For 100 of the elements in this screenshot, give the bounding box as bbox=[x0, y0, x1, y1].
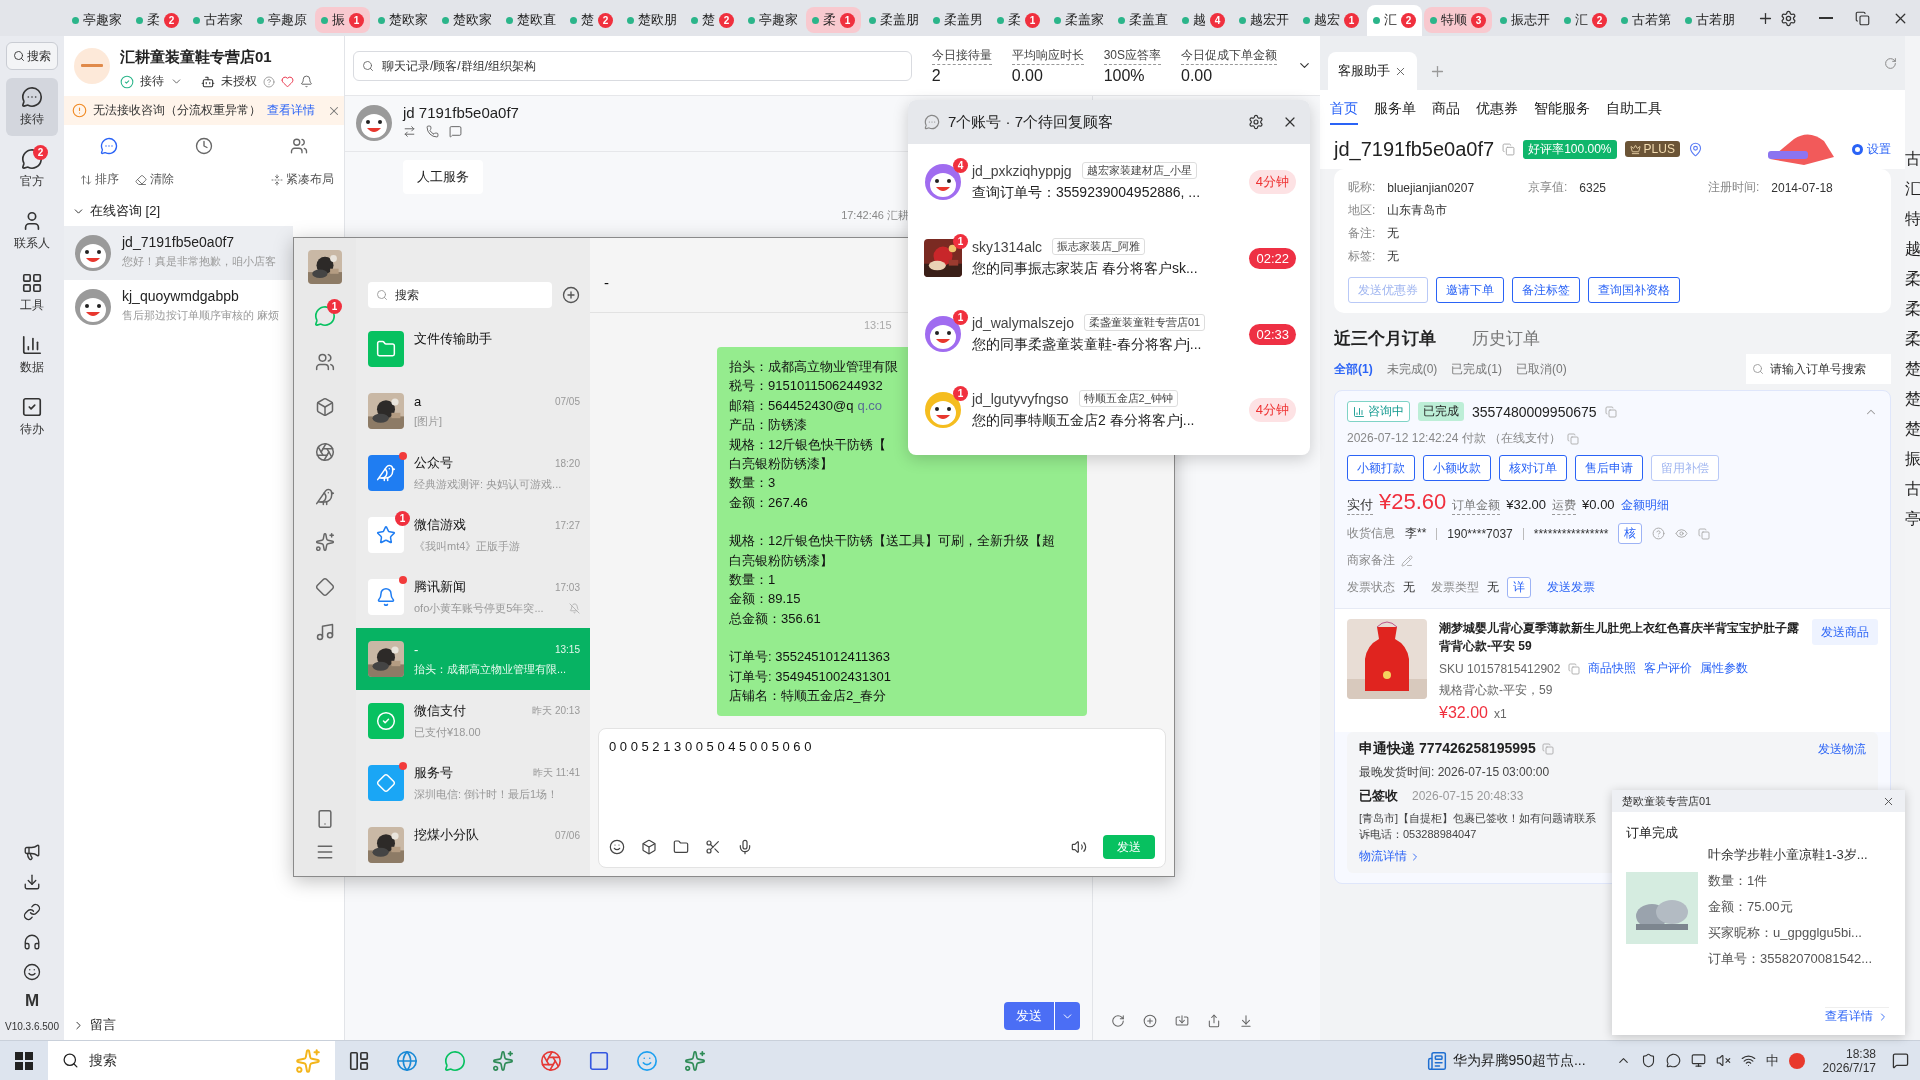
chat-preview: 抬头：成都高立物业管理有限... bbox=[414, 661, 567, 677]
count-badge: 2 bbox=[33, 145, 48, 160]
count-badge: 1 bbox=[349, 12, 364, 28]
field-label: 备注: bbox=[1348, 225, 1376, 242]
message-preview: 您好！真是非常抱歉，咱小店客 bbox=[122, 254, 276, 269]
wait-time: 02:22 bbox=[1249, 247, 1296, 269]
product-title: 潮梦城婴儿背心夏季薄款新生儿肚兜上衣红色喜庆半背宝宝护肚子露背背心款-平安 59 bbox=[1439, 620, 1800, 655]
store-tag: 柔盏童装童鞋专营店01 bbox=[1083, 314, 1206, 331]
chat-name: 腾讯新闻 bbox=[414, 578, 466, 596]
field-label: 地区: bbox=[1348, 202, 1376, 219]
receiver-address: **************** bbox=[1533, 526, 1609, 541]
chat-preview: 《我叫mt4》正版手游 bbox=[414, 539, 521, 554]
customer-name: jd_pxkziqhyppjg bbox=[972, 162, 1072, 179]
clock-time: 18:38 bbox=[1845, 1046, 1876, 1061]
message-line: 产品：防锈漆 bbox=[729, 416, 807, 435]
customer-id: jd_7191fb5e0a0f7 bbox=[1334, 137, 1495, 161]
rating-badge: 好评率100.00% bbox=[1523, 139, 1617, 159]
toast-detail: 订单号：35582070081542... bbox=[1708, 950, 1873, 968]
field-value: 2014-07-18 bbox=[1771, 180, 1833, 195]
chat-time: 17:27 bbox=[554, 519, 580, 531]
chat-time: 07/06 bbox=[554, 829, 580, 841]
message-preview: 您的同事振志家装店 春分将客户sk... bbox=[972, 260, 1198, 278]
field-value: 山东青岛市 bbox=[1387, 202, 1448, 219]
receiver-phone: 190****7037 bbox=[1447, 526, 1513, 541]
signed-label: 已签收 bbox=[1359, 787, 1398, 805]
count-badge: 1 bbox=[840, 12, 855, 28]
message-line: 金额：89.15 bbox=[729, 590, 801, 609]
customer-name: kj_quoywmdgabpb bbox=[122, 288, 240, 304]
store-tag: 特顺五金店2_钟钟 bbox=[1078, 390, 1178, 407]
count-badge: 1 bbox=[1025, 13, 1040, 28]
count-badge: 1 bbox=[953, 310, 968, 325]
count-badge: 1 bbox=[1344, 13, 1359, 28]
count-badge: 1 bbox=[953, 234, 968, 249]
customer-name: jd_7191fb5e0a0f7 bbox=[122, 234, 236, 250]
customer-name: sky1314alc bbox=[972, 238, 1043, 255]
message-line: 订单号: 3552451012411363 bbox=[729, 648, 890, 667]
chat-name: - bbox=[414, 641, 419, 657]
chat-name: a bbox=[414, 393, 422, 409]
plus-badge: PLUS bbox=[1624, 141, 1680, 157]
count-badge: 2 bbox=[1592, 13, 1607, 28]
message-preview: 您的同事柔盏童装童鞋-春分将客户j... bbox=[972, 336, 1203, 354]
taskbar-search-text: 搜索 bbox=[89, 1051, 117, 1070]
invoice-type-label: 发票类型 bbox=[1431, 579, 1479, 596]
chat-time: 18:20 bbox=[554, 457, 580, 469]
message-line: 总金额：356.61 bbox=[729, 609, 821, 628]
store-name: 汇耕童装童鞋专营店01 bbox=[120, 48, 273, 67]
message-line: 规格：12斤银色快干防锈【送工具】可刷，全新升级【超 bbox=[729, 532, 1056, 551]
message-line: 邮箱：564452430@q q.co bbox=[729, 396, 883, 415]
invoice-status: 无 bbox=[1403, 579, 1415, 596]
stat-label: 平均响应时长 bbox=[1011, 46, 1084, 65]
chat-time: 17:03 bbox=[554, 581, 580, 593]
field-value: 无 bbox=[1387, 248, 1400, 265]
toast-detail: 数量：1件 bbox=[1708, 872, 1768, 890]
field-value: bluejianjian0207 bbox=[1387, 180, 1475, 195]
stat-value: 0.00 bbox=[1181, 66, 1214, 85]
clock-date: 2026/7/17 bbox=[1822, 1060, 1876, 1075]
popup-title: 7个账号 · 7个待回复顾客 bbox=[948, 112, 1113, 132]
stat-label: 30S应答率 bbox=[1103, 46, 1161, 65]
chat-preview: ofo小黄车账号停更5年突... bbox=[414, 601, 544, 616]
paid-label: 实付 bbox=[1347, 496, 1373, 515]
message-line: 抬头：成都高立物业管理有限 bbox=[729, 358, 898, 376]
chat-time: 昨天 11:41 bbox=[532, 766, 580, 780]
tracking-text: [青岛市]【自提柜】包裹已签收！如有问题请联系 bbox=[1359, 811, 1597, 826]
wait-time: 4分钟 bbox=[1248, 398, 1296, 422]
warning-text: 无法接收咨询（分流权重异常） bbox=[93, 102, 261, 119]
chat-name: 微信支付 bbox=[414, 702, 466, 720]
message-preview: 您的同事特顺五金店2 春分将客户j... bbox=[972, 412, 1195, 430]
count-badge: 1 bbox=[953, 386, 968, 401]
auth-label: 未授权 bbox=[221, 73, 257, 90]
wait-time: 4分钟 bbox=[1248, 170, 1296, 194]
payment-time: 2026-07-12 12:42:24 付款 （在线支付） bbox=[1347, 430, 1562, 447]
invoice-status-label: 发票状态 bbox=[1347, 579, 1395, 596]
chat-name: 微信游戏 bbox=[414, 516, 466, 534]
chat-name: 服务号 bbox=[414, 764, 453, 782]
status-tag: 已完成 bbox=[1418, 402, 1464, 421]
stat-value: 100% bbox=[1103, 66, 1146, 85]
consult-tag: 咨询中 bbox=[1347, 401, 1410, 422]
chat-name: 公众号 bbox=[414, 454, 453, 472]
chat-name: 文件传输助手 bbox=[414, 330, 492, 348]
amount-label: 订单金额 bbox=[1452, 497, 1501, 515]
toast-title: 订单完成 bbox=[1625, 824, 1679, 842]
sku-label: SKU 10157815412902 bbox=[1439, 661, 1561, 676]
message-time: 13:15 bbox=[864, 319, 892, 331]
customer-name: jd 7191fb5e0a0f7 bbox=[403, 104, 519, 121]
receiver-label: 收货信息 bbox=[1347, 525, 1395, 542]
status-label: 接待 bbox=[140, 73, 164, 90]
message-line: 数量：1 bbox=[729, 571, 776, 590]
count-badge: 2 bbox=[598, 13, 613, 28]
message-line: 白亮银粉防锈漆】 bbox=[729, 551, 833, 570]
count-badge: 1 bbox=[327, 299, 342, 314]
signed-time: 2026-07-15 20:48:33 bbox=[1412, 789, 1524, 803]
message-line: 订单号: 3549451002431301 bbox=[729, 667, 891, 686]
count-badge: 2 bbox=[719, 13, 734, 28]
stat-value: 2 bbox=[931, 66, 942, 85]
tracking-text: 诉电话：053288984047 bbox=[1359, 827, 1477, 842]
count-badge: 2 bbox=[1401, 13, 1416, 28]
toast-detail: 买家昵称：u_gpgglgu5bi... bbox=[1708, 924, 1862, 942]
toast-store: 楚欧童装专营店01 bbox=[1622, 793, 1712, 809]
product-spec: 规格背心款-平安，59 bbox=[1439, 682, 1554, 699]
message-line: 数量：3 bbox=[729, 474, 776, 493]
